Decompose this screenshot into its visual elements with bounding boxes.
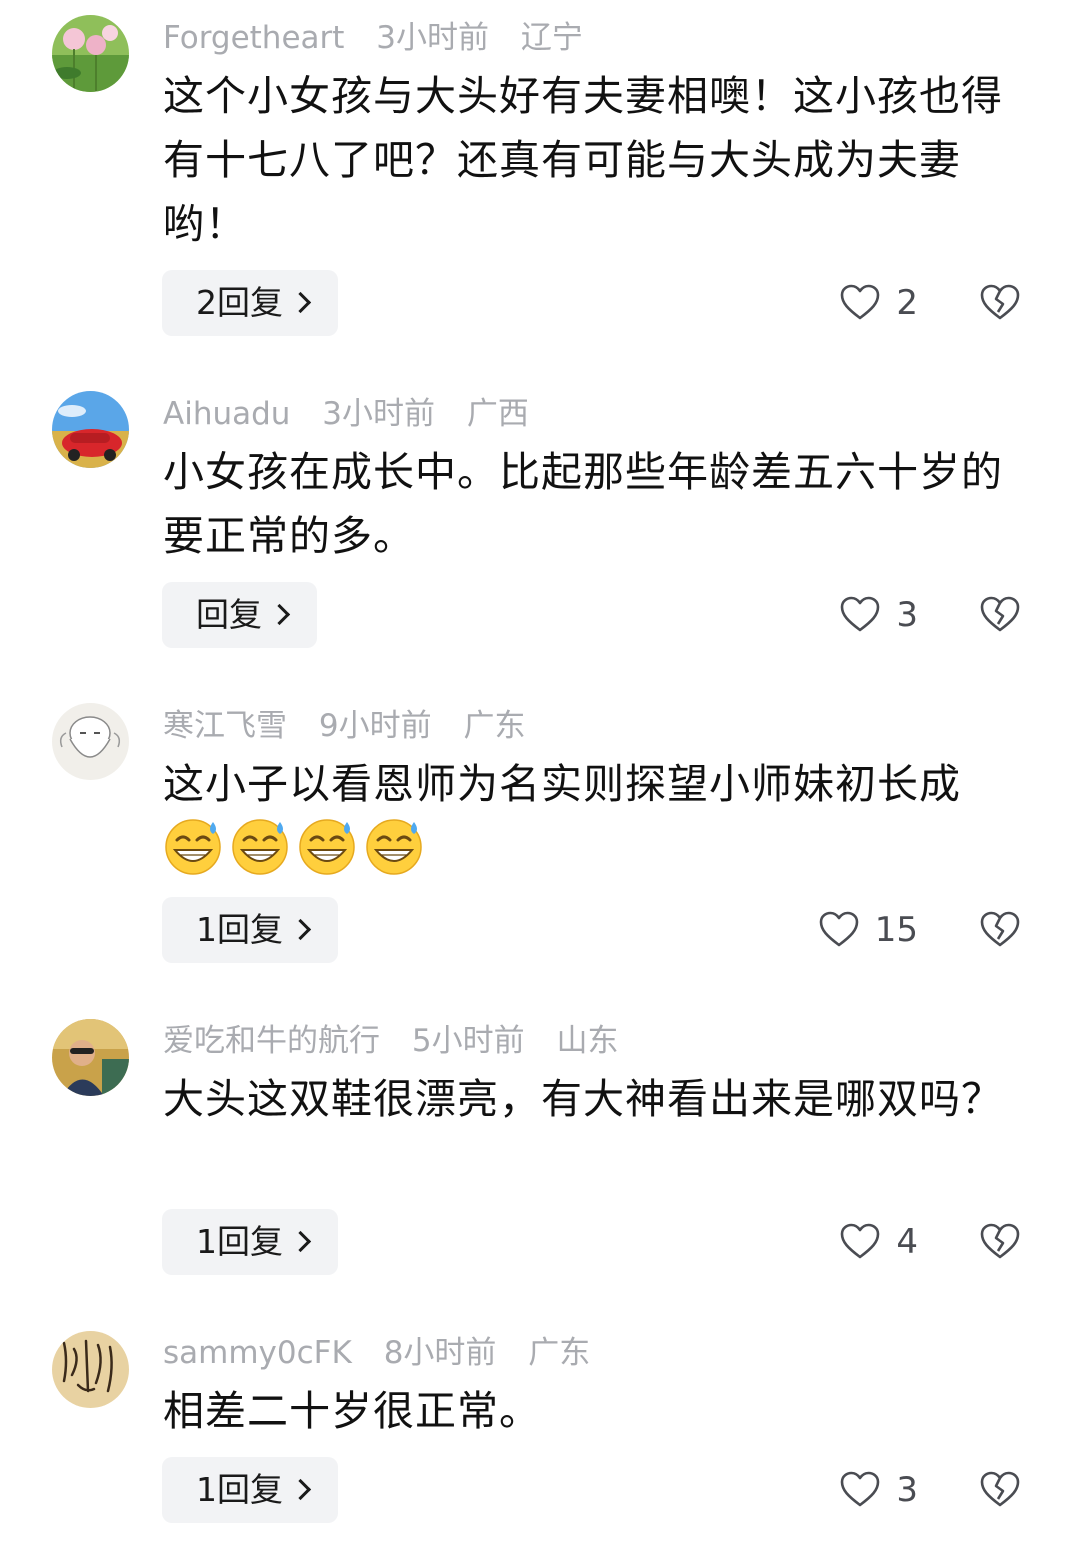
grin-sweat-emoji-icon bbox=[232, 819, 288, 875]
grin-sweat-emoji-icon bbox=[366, 819, 422, 875]
heart-icon bbox=[841, 1223, 880, 1259]
like-button[interactable]: 15 bbox=[819, 897, 918, 963]
heart-icon bbox=[819, 911, 859, 947]
comment-text: 大头这双鞋很漂亮，有大神看出来是哪双吗？ bbox=[163, 1075, 1003, 1123]
reply-button[interactable]: 1回复 bbox=[162, 897, 338, 963]
reply-label: 回复 bbox=[196, 595, 262, 634]
comment-time: 9小时前 bbox=[318, 708, 432, 744]
chevron-right-icon bbox=[289, 1230, 312, 1253]
username[interactable]: Aihuadu bbox=[163, 396, 290, 432]
comment-location: 广东 bbox=[463, 708, 526, 744]
reply-label: 2回复 bbox=[196, 283, 283, 322]
comment-meta: 寒江飞雪 9小时前 广东 bbox=[163, 704, 547, 748]
broken-heart-icon[interactable] bbox=[980, 1471, 1020, 1509]
comment-text: 这小子以看恩师为名实则探望小师妹初长成 bbox=[163, 760, 961, 808]
broken-heart-icon[interactable] bbox=[980, 596, 1020, 634]
comment-text: 小女孩在成长中。比起那些年龄差五六十岁的要正常的多。 bbox=[163, 448, 1003, 560]
like-count: 3 bbox=[896, 595, 918, 635]
comment-time: 3小时前 bbox=[376, 20, 490, 56]
reply-button[interactable]: 1回复 bbox=[162, 1209, 338, 1275]
like-button[interactable]: 3 bbox=[840, 1457, 918, 1523]
user-avatar[interactable] bbox=[52, 1331, 129, 1408]
heart-icon bbox=[841, 284, 880, 320]
like-button[interactable]: 2 bbox=[840, 270, 918, 336]
like-button[interactable]: 4 bbox=[840, 1209, 918, 1275]
comment-time: 8小时前 bbox=[383, 1335, 497, 1371]
like-count: 3 bbox=[896, 1470, 918, 1510]
reply-button[interactable]: 回复 bbox=[162, 582, 317, 648]
chevron-right-icon bbox=[289, 291, 312, 314]
user-avatar[interactable] bbox=[52, 1019, 129, 1096]
grin-sweat-emoji-icon bbox=[299, 819, 355, 875]
reply-label: 1回复 bbox=[196, 1222, 283, 1261]
like-button[interactable]: 3 bbox=[840, 582, 918, 648]
comment-text: 相差二十岁很正常。 bbox=[163, 1387, 541, 1435]
reply-label: 1回复 bbox=[196, 910, 283, 949]
like-count: 4 bbox=[896, 1222, 918, 1262]
user-avatar[interactable] bbox=[52, 15, 129, 92]
user-avatar[interactable] bbox=[52, 703, 129, 780]
chevron-right-icon bbox=[289, 1478, 312, 1501]
heart-icon bbox=[841, 596, 880, 632]
chevron-right-icon bbox=[268, 603, 291, 626]
username[interactable]: Forgetheart bbox=[163, 20, 344, 56]
comment-location: 广西 bbox=[466, 396, 529, 432]
comment-meta: 爱吃和牛的航行 5小时前 山东 bbox=[163, 1019, 640, 1063]
emoji-row bbox=[163, 816, 431, 878]
comment-text: 这个小女孩与大头好有夫妻相噢！这小孩也得有十七八了吧？还真有可能与大头成为夫妻哟… bbox=[163, 72, 1003, 248]
comment-location: 广东 bbox=[528, 1335, 591, 1371]
comment-location: 辽宁 bbox=[520, 20, 583, 56]
reply-button[interactable]: 2回复 bbox=[162, 270, 338, 336]
username[interactable]: sammy0cFK bbox=[163, 1335, 352, 1371]
reply-label: 1回复 bbox=[196, 1470, 283, 1509]
comment-location: 山东 bbox=[556, 1023, 619, 1059]
broken-heart-icon[interactable] bbox=[980, 911, 1020, 949]
like-count: 2 bbox=[896, 283, 918, 323]
comment-list: Forgetheart 3小时前 辽宁 这个小女孩与大头好有夫妻相噢！这小孩也得… bbox=[0, 0, 1080, 1561]
like-count: 15 bbox=[874, 910, 918, 950]
user-avatar[interactable] bbox=[52, 391, 129, 468]
reply-button[interactable]: 1回复 bbox=[162, 1457, 338, 1523]
comment-meta: Aihuadu 3小时前 广西 bbox=[163, 392, 551, 436]
chevron-right-icon bbox=[289, 918, 312, 941]
broken-heart-icon[interactable] bbox=[980, 284, 1020, 322]
comment-meta: Forgetheart 3小时前 辽宁 bbox=[163, 16, 605, 60]
heart-icon bbox=[841, 1471, 880, 1507]
broken-heart-icon[interactable] bbox=[980, 1223, 1020, 1261]
comment-time: 5小时前 bbox=[411, 1023, 525, 1059]
username[interactable]: 寒江飞雪 bbox=[163, 708, 287, 744]
comment-meta: sammy0cFK 8小时前 广东 bbox=[163, 1331, 612, 1375]
comment-time: 3小时前 bbox=[322, 396, 436, 432]
username[interactable]: 爱吃和牛的航行 bbox=[163, 1023, 380, 1059]
grin-sweat-emoji-icon bbox=[165, 819, 221, 875]
